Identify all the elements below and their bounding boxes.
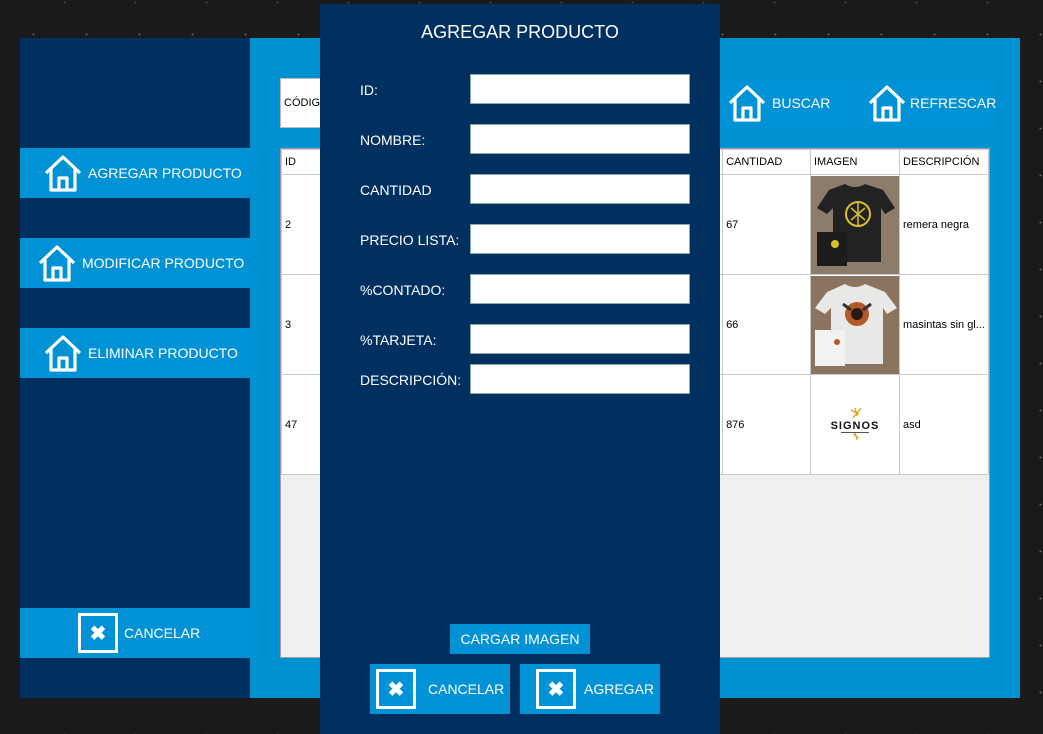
cell-descripcion[interactable]: remera negra [899,174,989,275]
id-input[interactable] [470,74,690,104]
precio-lista-input[interactable] [470,224,690,254]
cell-imagen[interactable] [810,174,900,275]
cancel-label: CANCELAR [428,681,505,697]
buscar-label: BUSCAR [772,95,831,111]
sidebar-item-label: AGREGAR PRODUCTO [88,165,242,181]
field-label-id: ID: [360,82,378,98]
close-icon: ✖ [536,669,576,709]
cell-cantidad[interactable]: 66 [722,274,811,375]
close-icon: ✖ [78,613,118,653]
cantidad-input[interactable] [470,174,690,204]
contado-input[interactable] [470,274,690,304]
field-label-nombre: NOMBRE: [360,132,426,148]
field-label-precio-lista: PRECIO LISTA: [360,232,460,248]
sidebar-item-eliminar-producto[interactable]: ELIMINAR PRODUCTO [20,328,250,378]
cell-cantidad[interactable]: 876 [722,374,811,475]
close-icon: ✖ [376,669,416,709]
sidebar-cancel-button[interactable]: ✖ CANCELAR [20,608,250,658]
home-icon [36,242,78,284]
sidebar-item-label: MODIFICAR PRODUCTO [82,255,245,271]
column-header-descripcion[interactable]: DESCRIPCIÓN [899,149,989,175]
signos-logo-image: SIGNOS [811,375,899,474]
dialog-title: AGREGAR PRODUCTO [421,22,619,42]
buscar-button[interactable]: BUSCAR [720,78,850,128]
tarjeta-input[interactable] [470,324,690,354]
white-tshirt-image [811,275,899,374]
agregar-producto-dialog: AGREGAR PRODUCTO ID: NOMBRE: CANTIDAD PR… [320,4,720,734]
column-header-imagen[interactable]: IMAGEN [810,149,900,175]
home-icon [726,82,768,124]
dialog-agregar-button[interactable]: ✖ AGREGAR [520,664,660,714]
signos-logo-text: SIGNOS [831,420,880,432]
home-icon [42,152,84,194]
field-label-descripcion: DESCRIPCIÓN: [360,372,462,388]
home-icon [866,82,908,124]
descripcion-input[interactable] [470,364,690,394]
field-label-contado: %CONTADO: [360,282,446,298]
cargar-imagen-button[interactable]: CARGAR IMAGEN [450,624,590,654]
cell-cantidad[interactable]: 67 [722,174,811,275]
cell-descripcion[interactable]: masintas sin gl... [899,274,989,375]
sidebar-item-agregar-producto[interactable]: AGREGAR PRODUCTO [20,148,250,198]
refrescar-button[interactable]: REFRESCAR [860,78,996,128]
column-header-cantidad[interactable]: CANTIDAD [722,149,811,175]
cell-imagen[interactable]: SIGNOS [810,374,900,475]
sidebar-item-label: ELIMINAR PRODUCTO [88,345,238,361]
black-tshirt-image [811,175,899,274]
field-label-tarjeta: %TARJETA: [360,332,437,348]
add-label: AGREGAR [584,681,655,697]
refrescar-label: REFRESCAR [910,95,997,111]
dialog-cancel-button[interactable]: ✖ CANCELAR [370,664,510,714]
cancel-label: CANCELAR [124,625,201,641]
nombre-input[interactable] [470,124,690,154]
sidebar-item-modificar-producto[interactable]: MODIFICAR PRODUCTO [20,238,250,288]
cell-descripcion[interactable]: asd [899,374,989,475]
cell-imagen[interactable] [810,274,900,375]
sidebar: AGREGAR PRODUCTO MODIFICAR PRODUCTO ELIM… [20,38,250,698]
field-label-cantidad: CANTIDAD [360,182,432,198]
home-icon [42,332,84,374]
